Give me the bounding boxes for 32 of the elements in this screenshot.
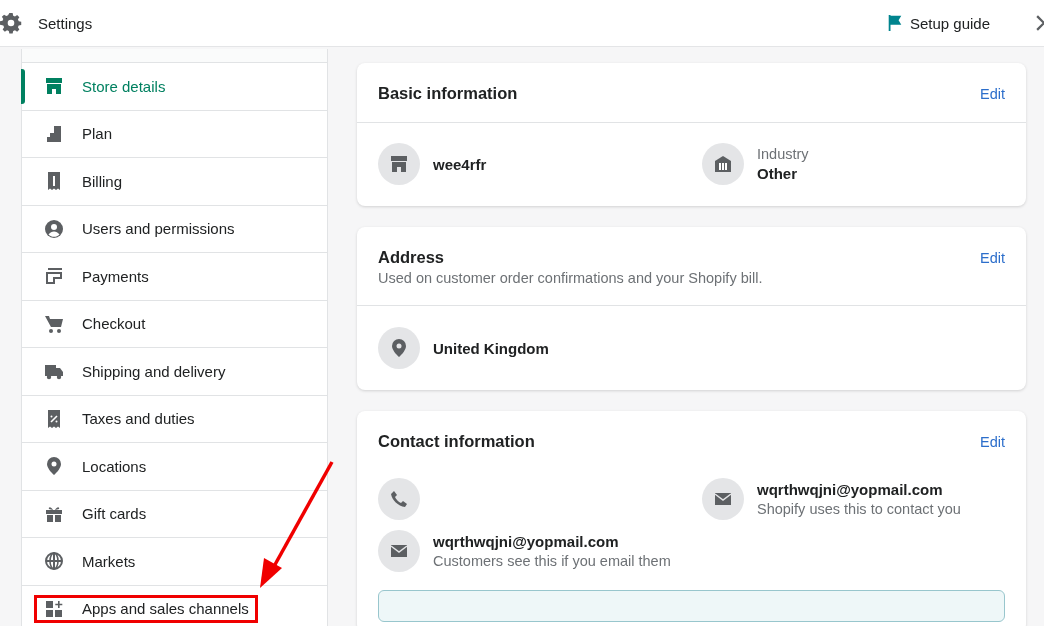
apps-icon (44, 598, 64, 619)
cart-icon (44, 313, 64, 334)
email-address: wqrthwqjni@yopmail.com (757, 481, 944, 498)
settings-icon (0, 12, 22, 34)
edit-link[interactable]: Edit (980, 434, 1005, 450)
card-title: Address (378, 248, 446, 267)
globe-icon (44, 551, 64, 572)
store-icon (378, 143, 420, 185)
industry-label: Industry (757, 146, 809, 162)
setup-guide-button[interactable]: Setup guide (885, 14, 990, 32)
country: United Kingdom (433, 339, 549, 357)
user-icon (44, 218, 64, 239)
envelope-icon (702, 478, 744, 520)
email-note: Shopify uses this to contact you (757, 501, 961, 517)
card-subtitle: Used on customer order confirmations and your Shopify bill. (378, 270, 763, 286)
page-title: Settings (38, 14, 93, 32)
store-name: wee4rfr (433, 155, 487, 173)
location-pin-icon (378, 327, 420, 369)
email-note: Customers see this if you email them (433, 553, 671, 569)
card-title: Contact information (378, 432, 535, 451)
edit-link[interactable]: Edit (980, 86, 1005, 102)
stairs-icon (44, 123, 64, 144)
card-icon (44, 266, 64, 287)
industry-value: Other (757, 165, 798, 182)
location-pin-icon (44, 456, 64, 477)
edit-link[interactable]: Edit (980, 250, 1005, 266)
email-address: wqrthwqjni@yopmail.com (433, 533, 620, 550)
building-icon (702, 143, 744, 185)
phone-icon (378, 478, 420, 520)
envelope-icon (378, 530, 420, 572)
store-icon (44, 76, 64, 97)
card-title: Basic information (378, 84, 518, 103)
